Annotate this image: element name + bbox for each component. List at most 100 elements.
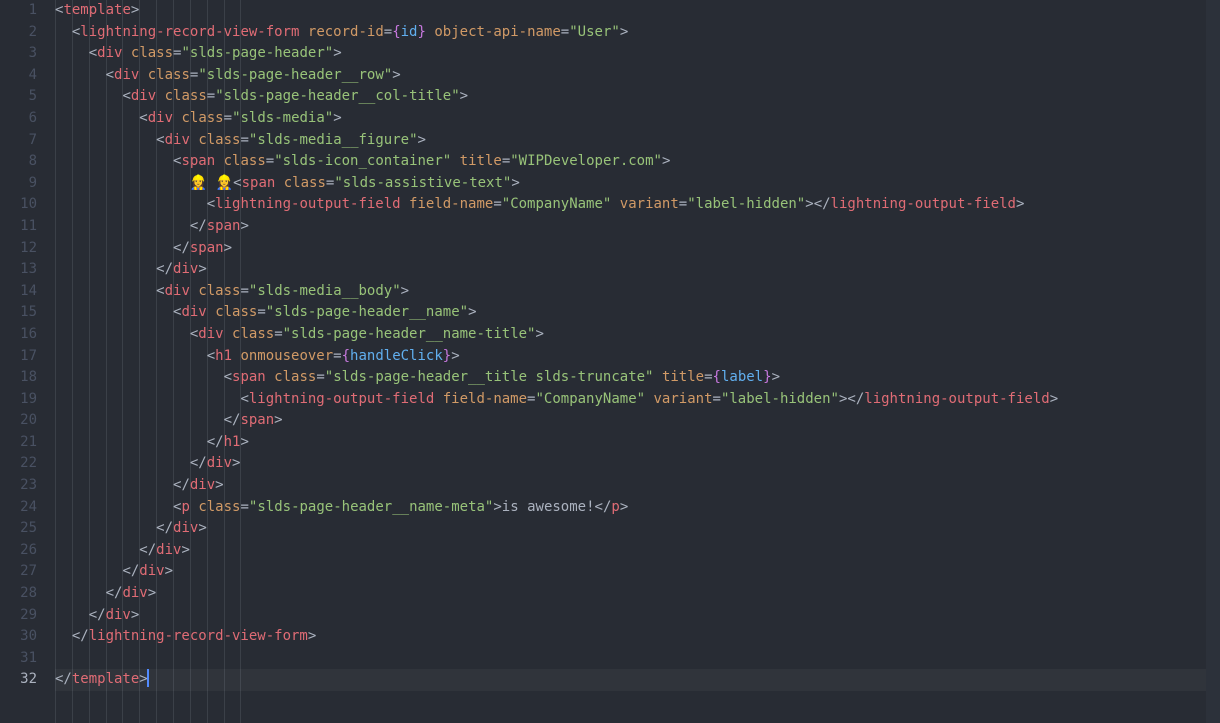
token-pun: = <box>266 153 274 169</box>
token-pun: < <box>139 110 147 126</box>
token-tag: div <box>198 326 223 342</box>
token-pun: > <box>620 499 628 515</box>
code-line[interactable]: </div> <box>55 453 1206 475</box>
token-str: "WIPDeveloper.com" <box>510 153 662 169</box>
code-line[interactable]: <div class="slds-media__body"> <box>55 281 1206 303</box>
token-attr: class <box>274 369 316 385</box>
token-tag: div <box>173 261 198 277</box>
code-line[interactable]: </div> <box>55 605 1206 627</box>
token-pun: < <box>207 196 215 212</box>
code-line[interactable]: <span class="slds-icon_container" title=… <box>55 151 1206 173</box>
code-line[interactable]: </lightning-record-view-form> <box>55 626 1206 648</box>
code-line[interactable]: 👷‍♀️ 👷‍♀️<span class="slds-assistive-tex… <box>55 173 1206 195</box>
token-tag: lightning-record-view-form <box>89 628 308 644</box>
token-str: "label-hidden" <box>721 391 839 407</box>
code-line[interactable]: </div> <box>55 561 1206 583</box>
token-tag: lightning-record-view-form <box>80 24 299 40</box>
token-tag: div <box>156 542 181 558</box>
line-number: 3 <box>0 43 37 65</box>
token-pun: </ <box>89 607 106 623</box>
code-area[interactable]: <template> <lightning-record-view-form r… <box>55 0 1206 723</box>
line-number: 30 <box>0 626 37 648</box>
token-pun: = <box>333 348 341 364</box>
code-line[interactable] <box>55 648 1206 670</box>
token-str: "slds-page-header__name" <box>266 304 468 320</box>
token-txt <box>275 175 283 191</box>
token-pun: </ <box>173 240 190 256</box>
code-line[interactable]: <h1 onmouseover={handleClick}> <box>55 346 1206 368</box>
token-brace: } <box>417 24 425 40</box>
token-pun: </ <box>190 218 207 234</box>
code-line[interactable]: <div class="slds-page-header__name-title… <box>55 324 1206 346</box>
code-line[interactable]: <lightning-output-field field-name="Comp… <box>55 389 1206 411</box>
code-line[interactable]: </span> <box>55 216 1206 238</box>
token-pun: > <box>181 542 189 558</box>
token-pun: > <box>392 67 400 83</box>
code-line[interactable]: <div class="slds-page-header"> <box>55 43 1206 65</box>
line-number: 20 <box>0 410 37 432</box>
token-emoji: 👷‍♀️ 👷‍♀️ <box>190 175 233 191</box>
code-line[interactable]: </div> <box>55 259 1206 281</box>
token-pun: = <box>384 24 392 40</box>
token-tag: span <box>242 175 276 191</box>
code-line[interactable]: <template> <box>55 0 1206 22</box>
token-attr: class <box>165 88 207 104</box>
token-str: "slds-media__figure" <box>249 132 418 148</box>
token-pun: </ <box>156 261 173 277</box>
token-str: "slds-icon_container" <box>274 153 451 169</box>
code-line[interactable]: </div> <box>55 518 1206 540</box>
token-txt <box>207 304 215 320</box>
code-line[interactable]: </template> <box>55 669 1206 691</box>
token-pun: > <box>1016 196 1024 212</box>
token-tag: lightning-output-field <box>249 391 434 407</box>
code-line[interactable]: </div> <box>55 475 1206 497</box>
token-pun: > <box>224 240 232 256</box>
token-txt <box>224 326 232 342</box>
line-number: 21 <box>0 432 37 454</box>
token-pun: < <box>233 175 241 191</box>
token-pun: = <box>502 153 510 169</box>
code-line[interactable]: </div> <box>55 540 1206 562</box>
line-number: 11 <box>0 216 37 238</box>
line-number: 18 <box>0 367 37 389</box>
code-line[interactable]: </span> <box>55 238 1206 260</box>
code-line[interactable]: <lightning-output-field field-name="Comp… <box>55 194 1206 216</box>
token-txt <box>645 391 653 407</box>
line-number: 6 <box>0 108 37 130</box>
code-editor[interactable]: 1234567891011121314151617181920212223242… <box>0 0 1220 723</box>
token-tag: div <box>207 455 232 471</box>
token-str: "slds-page-header__row" <box>198 67 392 83</box>
code-line[interactable]: </h1> <box>55 432 1206 454</box>
token-pun: > <box>451 348 459 364</box>
code-line[interactable]: <p class="slds-page-header__name-meta">i… <box>55 497 1206 519</box>
line-number: 26 <box>0 540 37 562</box>
token-attr: class <box>224 153 266 169</box>
token-pun: > <box>274 412 282 428</box>
minimap[interactable] <box>1206 0 1220 723</box>
code-line[interactable]: <div class="slds-page-header__row"> <box>55 65 1206 87</box>
token-pun: = <box>224 110 232 126</box>
token-txt <box>122 45 130 61</box>
token-brace: } <box>763 369 771 385</box>
token-pun: > <box>418 132 426 148</box>
code-line[interactable]: <div class="slds-page-header__name"> <box>55 302 1206 324</box>
line-number: 7 <box>0 130 37 152</box>
token-pun: > <box>805 196 813 212</box>
code-line[interactable]: </div> <box>55 583 1206 605</box>
code-line[interactable]: <div class="slds-media"> <box>55 108 1206 130</box>
token-tag: p <box>611 499 619 515</box>
token-pun: > <box>1050 391 1058 407</box>
token-pun: = <box>316 369 324 385</box>
code-line[interactable]: <div class="slds-page-header__col-title"… <box>55 86 1206 108</box>
token-tag: span <box>190 240 224 256</box>
token-attr: class <box>232 326 274 342</box>
code-line[interactable]: <span class="slds-page-header__title sld… <box>55 367 1206 389</box>
token-pun: > <box>460 88 468 104</box>
code-line[interactable]: <lightning-record-view-form record-id={i… <box>55 22 1206 44</box>
code-line[interactable]: </span> <box>55 410 1206 432</box>
token-pun: > <box>493 499 501 515</box>
token-attr: class <box>284 175 326 191</box>
token-txt: is awesome! <box>502 499 595 515</box>
code-line[interactable]: <div class="slds-media__figure"> <box>55 130 1206 152</box>
token-txt <box>401 196 409 212</box>
